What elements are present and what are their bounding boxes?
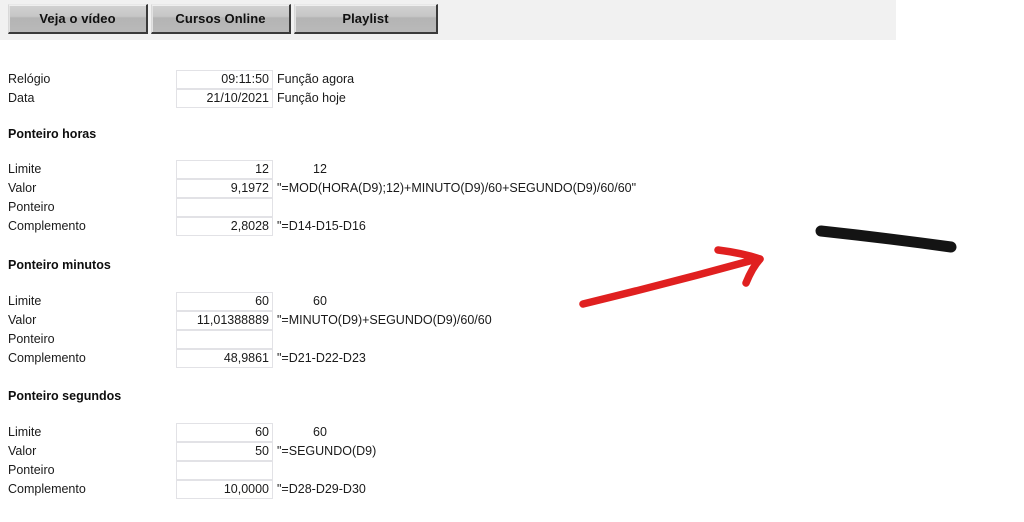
table-row: Relógio 09:11:50 Função agora [0,70,1024,89]
note-minutos-complemento-formula: "=D21-D22-D23 [277,351,366,365]
row-label-valor: Valor [8,444,37,458]
row-label-complemento: Complemento [8,482,86,496]
table-row: Data 21/10/2021 Função hoje [0,89,1024,108]
row-label-valor: Valor [8,313,37,327]
note-relogio: Função agora [277,72,355,86]
row-label-complemento: Complemento [8,351,86,365]
note-minutos-valor-formula: "=MINUTO(D9)+SEGUNDO(D9)/60/60 [277,313,492,327]
cell-horas-ponteiro[interactable] [176,198,273,217]
table-row: Limite 60 60 [0,292,1024,311]
section-title-ponteiro-horas: Ponteiro horas [8,127,97,141]
row-label-relogio: Relógio [8,72,51,86]
cell-minutos-complemento[interactable]: 48,9861 [176,349,273,368]
nav-button-playlist[interactable]: Playlist [294,4,438,34]
table-row: Ponteiro [0,330,1024,349]
row-label-limite: Limite [8,162,42,176]
spreadsheet-content: Relógio 09:11:50 Função agora Data 21/10… [0,40,1024,522]
table-row: Complemento 10,0000 "=D28-D29-D30 [0,480,1024,499]
note-segundos-limite: 60 [313,425,327,439]
table-row: Complemento 2,8028 "=D14-D15-D16 [0,217,1024,236]
cell-segundos-complemento[interactable]: 10,0000 [176,480,273,499]
cell-horas-valor[interactable]: 9,1972 [176,179,273,198]
cell-segundos-valor[interactable]: 50 [176,442,273,461]
cell-horas-complemento[interactable]: 2,8028 [176,217,273,236]
nav-button-label: Veja o vídeo [39,11,116,26]
cell-relogio-value[interactable]: 09:11:50 [176,70,273,89]
note-horas-valor-formula: "=MOD(HORA(D9);12)+MINUTO(D9)/60+SEGUNDO… [277,181,637,195]
cell-minutos-valor[interactable]: 11,01388889 [176,311,273,330]
nav-button-label: Playlist [342,11,389,26]
table-row: Valor 50 "=SEGUNDO(D9) [0,442,1024,461]
row-label-limite: Limite [8,425,42,439]
top-nav-bar: Veja o vídeo Cursos Online Playlist [0,0,896,40]
row-label-limite: Limite [8,294,42,308]
table-row: Ponteiro [0,198,1024,217]
row-label-ponteiro: Ponteiro [8,200,55,214]
cell-data-value[interactable]: 21/10/2021 [176,89,273,108]
cell-segundos-ponteiro[interactable] [176,461,273,480]
table-row: Ponteiro [0,461,1024,480]
row-label-valor: Valor [8,181,37,195]
cell-horas-limite[interactable]: 12 [176,160,273,179]
nav-button-label: Cursos Online [175,11,266,26]
nav-button-cursos-online[interactable]: Cursos Online [151,4,291,34]
table-row: Valor 9,1972 "=MOD(HORA(D9);12)+MINUTO(D… [0,179,1024,198]
row-label-ponteiro: Ponteiro [8,332,55,346]
table-row: Limite 60 60 [0,423,1024,442]
cell-minutos-limite[interactable]: 60 [176,292,273,311]
note-horas-complemento-formula: "=D14-D15-D16 [277,219,366,233]
note-data: Função hoje [277,91,346,105]
note-segundos-complemento-formula: "=D28-D29-D30 [277,482,366,496]
nav-button-veja-o-video[interactable]: Veja o vídeo [8,4,148,34]
table-row: Valor 11,01388889 "=MINUTO(D9)+SEGUNDO(D… [0,311,1024,330]
section-title-ponteiro-segundos: Ponteiro segundos [8,389,122,403]
cell-segundos-limite[interactable]: 60 [176,423,273,442]
table-row: Complemento 48,9861 "=D21-D22-D23 [0,349,1024,368]
section-title-ponteiro-minutos: Ponteiro minutos [8,258,111,272]
row-label-complemento: Complemento [8,219,86,233]
table-row: Limite 12 12 [0,160,1024,179]
row-label-data: Data [8,91,35,105]
note-horas-limite: 12 [313,162,327,176]
row-label-ponteiro: Ponteiro [8,463,55,477]
cell-minutos-ponteiro[interactable] [176,330,273,349]
note-minutos-limite: 60 [313,294,327,308]
note-segundos-valor-formula: "=SEGUNDO(D9) [277,444,377,458]
